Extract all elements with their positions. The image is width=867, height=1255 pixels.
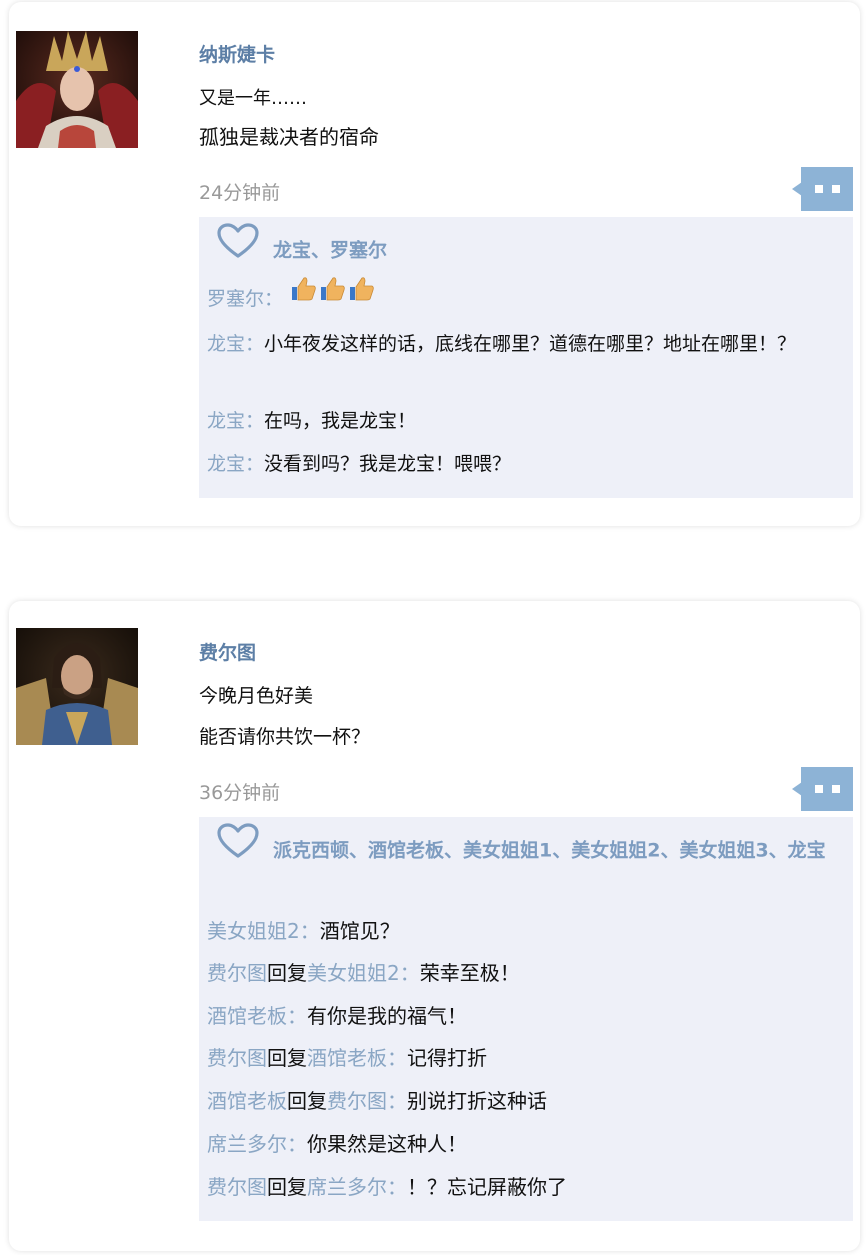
- thumbs-up-emoji: [318, 276, 346, 315]
- post-time: 24分钟前: [199, 182, 281, 204]
- commenter-name[interactable]: 龙宝: [207, 410, 245, 432]
- colon: ：: [245, 410, 265, 432]
- comment-button[interactable]: [792, 166, 854, 212]
- post-text-line: 能否请你共饮一杯？: [199, 726, 371, 748]
- commenter-name[interactable]: 酒馆老板: [207, 1004, 287, 1028]
- comment-text: ！？忘记屏蔽你了: [407, 1175, 567, 1199]
- likes-row: 龙宝、罗塞尔: [207, 223, 845, 275]
- post-text-line: 又是一年……: [199, 88, 307, 109]
- likes-names[interactable]: 派克西顿、酒馆老板、美女姐姐1、美女姐姐2、美女姐姐3、龙宝: [273, 840, 826, 862]
- commenter-name[interactable]: 美女姐姐2: [207, 919, 300, 943]
- comment-text: 记得打折: [407, 1046, 487, 1070]
- comment-panel: 派克西顿、酒馆老板、美女姐姐1、美女姐姐2、美女姐姐3、龙宝 美女姐姐2：酒馆见…: [199, 817, 853, 1221]
- comment-button[interactable]: [792, 766, 854, 812]
- comment-item: 酒馆老板回复费尔图：别说打折这种话: [207, 1083, 809, 1120]
- comment-text: 有你是我的福气！: [307, 1004, 467, 1028]
- comment-item: 费尔图回复酒馆老板：记得打折: [207, 1040, 809, 1077]
- likes-row: 派克西顿、酒馆老板、美女姐姐1、美女姐姐2、美女姐姐3、龙宝: [207, 823, 845, 875]
- commenter-name[interactable]: 席兰多尔: [207, 1132, 287, 1156]
- commenter-name[interactable]: 费尔图: [207, 1046, 267, 1070]
- reply-label: 回复: [267, 961, 307, 985]
- colon: ：: [299, 919, 320, 943]
- comment-item: 美女姐姐2：酒馆见？: [207, 913, 809, 950]
- avatar[interactable]: [16, 31, 138, 148]
- comment-panel: 龙宝、罗塞尔 罗塞尔： 龙宝：小年夜发这样的话，底线在哪里？道德在哪里？地址在哪…: [199, 217, 853, 498]
- post-text-line: 今晚月色好美: [199, 685, 314, 707]
- commenter-name[interactable]: 罗塞尔: [207, 288, 264, 310]
- commenter-name[interactable]: 费尔图: [207, 1175, 267, 1199]
- commenter-name[interactable]: 费尔图: [207, 961, 267, 985]
- comment-text: 小年夜发这样的话，底线在哪里？道德在哪里？地址在哪里！？: [264, 333, 797, 355]
- moment-card: 费尔图 今晚月色好美 能否请你共饮一杯？ 36分钟前 派克西顿、酒馆老板、美女姐…: [9, 601, 860, 1251]
- reply-target-name[interactable]: 席兰多尔: [307, 1175, 387, 1199]
- colon: ：: [387, 1089, 407, 1113]
- author-name[interactable]: 费尔图: [199, 638, 256, 665]
- comment-text: 荣幸至极！: [419, 961, 520, 985]
- heart-outline-icon[interactable]: [217, 223, 259, 271]
- avatar[interactable]: [16, 628, 138, 745]
- comment-text: 在吗，我是龙宝！: [264, 410, 417, 432]
- colon: ：: [287, 1132, 307, 1156]
- thumbs-up-emoji: [347, 276, 375, 315]
- comment-item: 龙宝：小年夜发这样的话，底线在哪里？道德在哪里？地址在哪里！？: [207, 324, 809, 364]
- comment-text: 别说打折这种话: [407, 1089, 547, 1113]
- commenter-name[interactable]: 龙宝: [207, 333, 245, 355]
- comment-item: 费尔图回复美女姐姐2：荣幸至极！: [207, 955, 809, 992]
- colon: ：: [399, 961, 420, 985]
- colon: ：: [287, 1004, 307, 1028]
- reply-label: 回复: [287, 1089, 327, 1113]
- comment-item: 龙宝：在吗，我是龙宝！: [207, 403, 809, 440]
- post-time: 36分钟前: [199, 782, 281, 804]
- colon: ：: [387, 1046, 407, 1070]
- reply-label: 回复: [267, 1046, 307, 1070]
- comment-bubble-icon: [792, 767, 853, 811]
- reply-target-name[interactable]: 酒馆老板: [307, 1046, 387, 1070]
- heart-outline-icon[interactable]: [217, 823, 259, 871]
- comment-text: 你果然是这种人！: [307, 1132, 467, 1156]
- colon: ：: [245, 333, 265, 355]
- comment-item: 罗塞尔：: [207, 277, 809, 319]
- comment-text: 没看到吗？我是龙宝！喂喂？: [264, 453, 512, 475]
- reply-target-name[interactable]: 美女姐姐2: [307, 961, 400, 985]
- colon: ：: [245, 453, 265, 475]
- comment-bubble-icon: [792, 167, 853, 211]
- reply-target-name[interactable]: 费尔图: [327, 1089, 387, 1113]
- comment-item: 龙宝：没看到吗？我是龙宝！喂喂？: [207, 446, 809, 483]
- reply-label: 回复: [267, 1175, 307, 1199]
- post-text-line: 孤独是裁决者的宿命: [199, 125, 379, 149]
- comment-text: 酒馆见？: [319, 919, 400, 943]
- colon: ：: [387, 1175, 407, 1199]
- comment-item: 酒馆老板：有你是我的福气！: [207, 998, 809, 1035]
- comment-item: 费尔图回复席兰多尔：！？忘记屏蔽你了: [207, 1169, 809, 1206]
- colon: ：: [264, 288, 284, 310]
- author-name[interactable]: 纳斯婕卡: [199, 40, 275, 67]
- commenter-name[interactable]: 酒馆老板: [207, 1089, 287, 1113]
- commenter-name[interactable]: 龙宝: [207, 453, 245, 475]
- moment-card: 纳斯婕卡 又是一年…… 孤独是裁决者的宿命 24分钟前 龙宝、罗塞尔 罗塞尔： …: [9, 2, 860, 526]
- thumbs-up-emoji: [289, 276, 317, 315]
- comment-item: 席兰多尔：你果然是这种人！: [207, 1126, 809, 1163]
- likes-names[interactable]: 龙宝、罗塞尔: [273, 240, 387, 262]
